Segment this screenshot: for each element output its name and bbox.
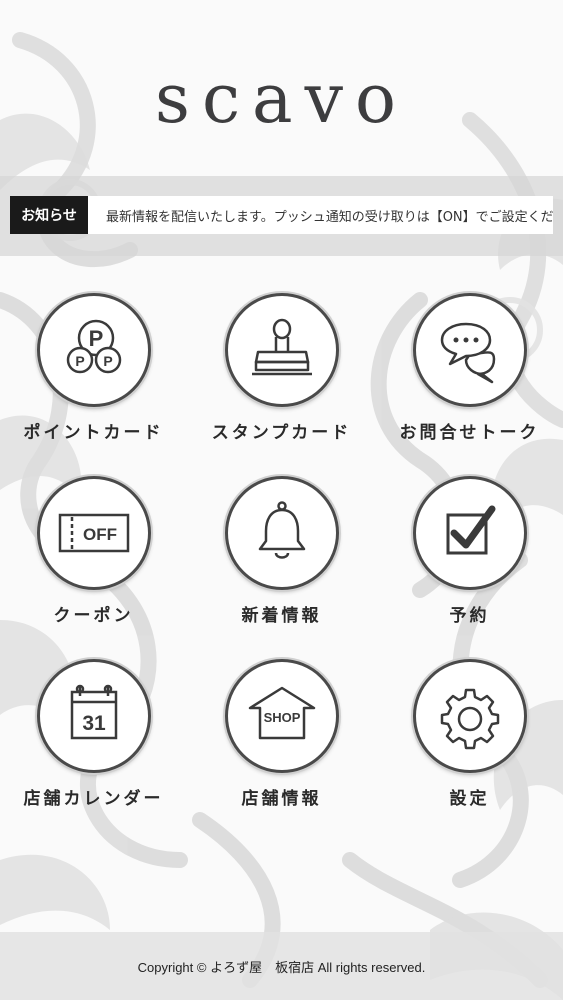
svg-text:P: P xyxy=(103,353,112,369)
main-menu-grid: P P P ポイントカード スタンプカード お問合せトーク OFF クーポン 新… xyxy=(0,285,563,845)
footer: Copyright © よろず屋 板宿店 All rights reserved… xyxy=(0,932,563,1000)
menu-item-label: 新着情報 xyxy=(241,606,322,626)
menu-item-label: 予約 xyxy=(449,606,490,626)
notice-box[interactable]: お知らせ 最新情報を配信いたします。プッシュ通知の受け取りは【ON】でご設定くだ… xyxy=(10,196,553,234)
checkbox-icon xyxy=(413,476,527,590)
menu-item-news[interactable]: 新着情報 xyxy=(188,468,375,648)
svg-text:P: P xyxy=(89,326,104,351)
stamp-icon xyxy=(225,293,339,407)
coupon-icon-text: OFF xyxy=(83,525,117,544)
menu-item-label: 設定 xyxy=(449,789,490,809)
notice-bar: お知らせ 最新情報を配信いたします。プッシュ通知の受け取りは【ON】でご設定くだ… xyxy=(0,176,563,256)
chat-icon xyxy=(413,293,527,407)
menu-item-coupon[interactable]: OFF クーポン xyxy=(0,468,187,648)
menu-item-settings[interactable]: 設定 xyxy=(376,651,563,831)
svg-text:P: P xyxy=(75,353,84,369)
notice-ticker-text[interactable]: 最新情報を配信いたします。プッシュ通知の受け取りは【ON】でご設定ください。 xyxy=(88,206,553,225)
menu-item-stamp-card[interactable]: スタンプカード xyxy=(188,285,375,465)
menu-item-label: 店舗情報 xyxy=(241,789,322,809)
shop-icon-text: SHOP xyxy=(264,710,301,725)
menu-item-label: 店舗カレンダー xyxy=(23,789,164,809)
menu-item-label: ポイントカード xyxy=(23,423,164,443)
point-card-icon: P P P xyxy=(37,293,151,407)
menu-item-point-card[interactable]: P P P ポイントカード xyxy=(0,285,187,465)
calendar-icon-text: 31 xyxy=(82,712,106,735)
calendar-icon: 31 xyxy=(37,659,151,773)
menu-item-label: スタンプカード xyxy=(211,423,352,443)
gear-icon xyxy=(413,659,527,773)
header: scavo xyxy=(0,0,563,176)
bell-icon xyxy=(225,476,339,590)
app-screen: scavo お知らせ 最新情報を配信いたします。プッシュ通知の受け取りは【ON】… xyxy=(0,0,563,1000)
menu-item-store-calendar[interactable]: 31 店舗カレンダー xyxy=(0,651,187,831)
shop-icon: SHOP xyxy=(225,659,339,773)
menu-item-inquiry-talk[interactable]: お問合せトーク xyxy=(376,285,563,465)
copyright-text: Copyright © よろず屋 板宿店 All rights reserved… xyxy=(137,959,426,975)
menu-item-label: クーポン xyxy=(53,606,134,626)
app-logo: scavo xyxy=(155,60,408,139)
menu-item-label: お問合せトーク xyxy=(399,423,540,443)
coupon-icon: OFF xyxy=(37,476,151,590)
menu-item-reservation[interactable]: 予約 xyxy=(376,468,563,648)
menu-item-store-info[interactable]: SHOP 店舗情報 xyxy=(188,651,375,831)
notice-label: お知らせ xyxy=(10,196,88,234)
